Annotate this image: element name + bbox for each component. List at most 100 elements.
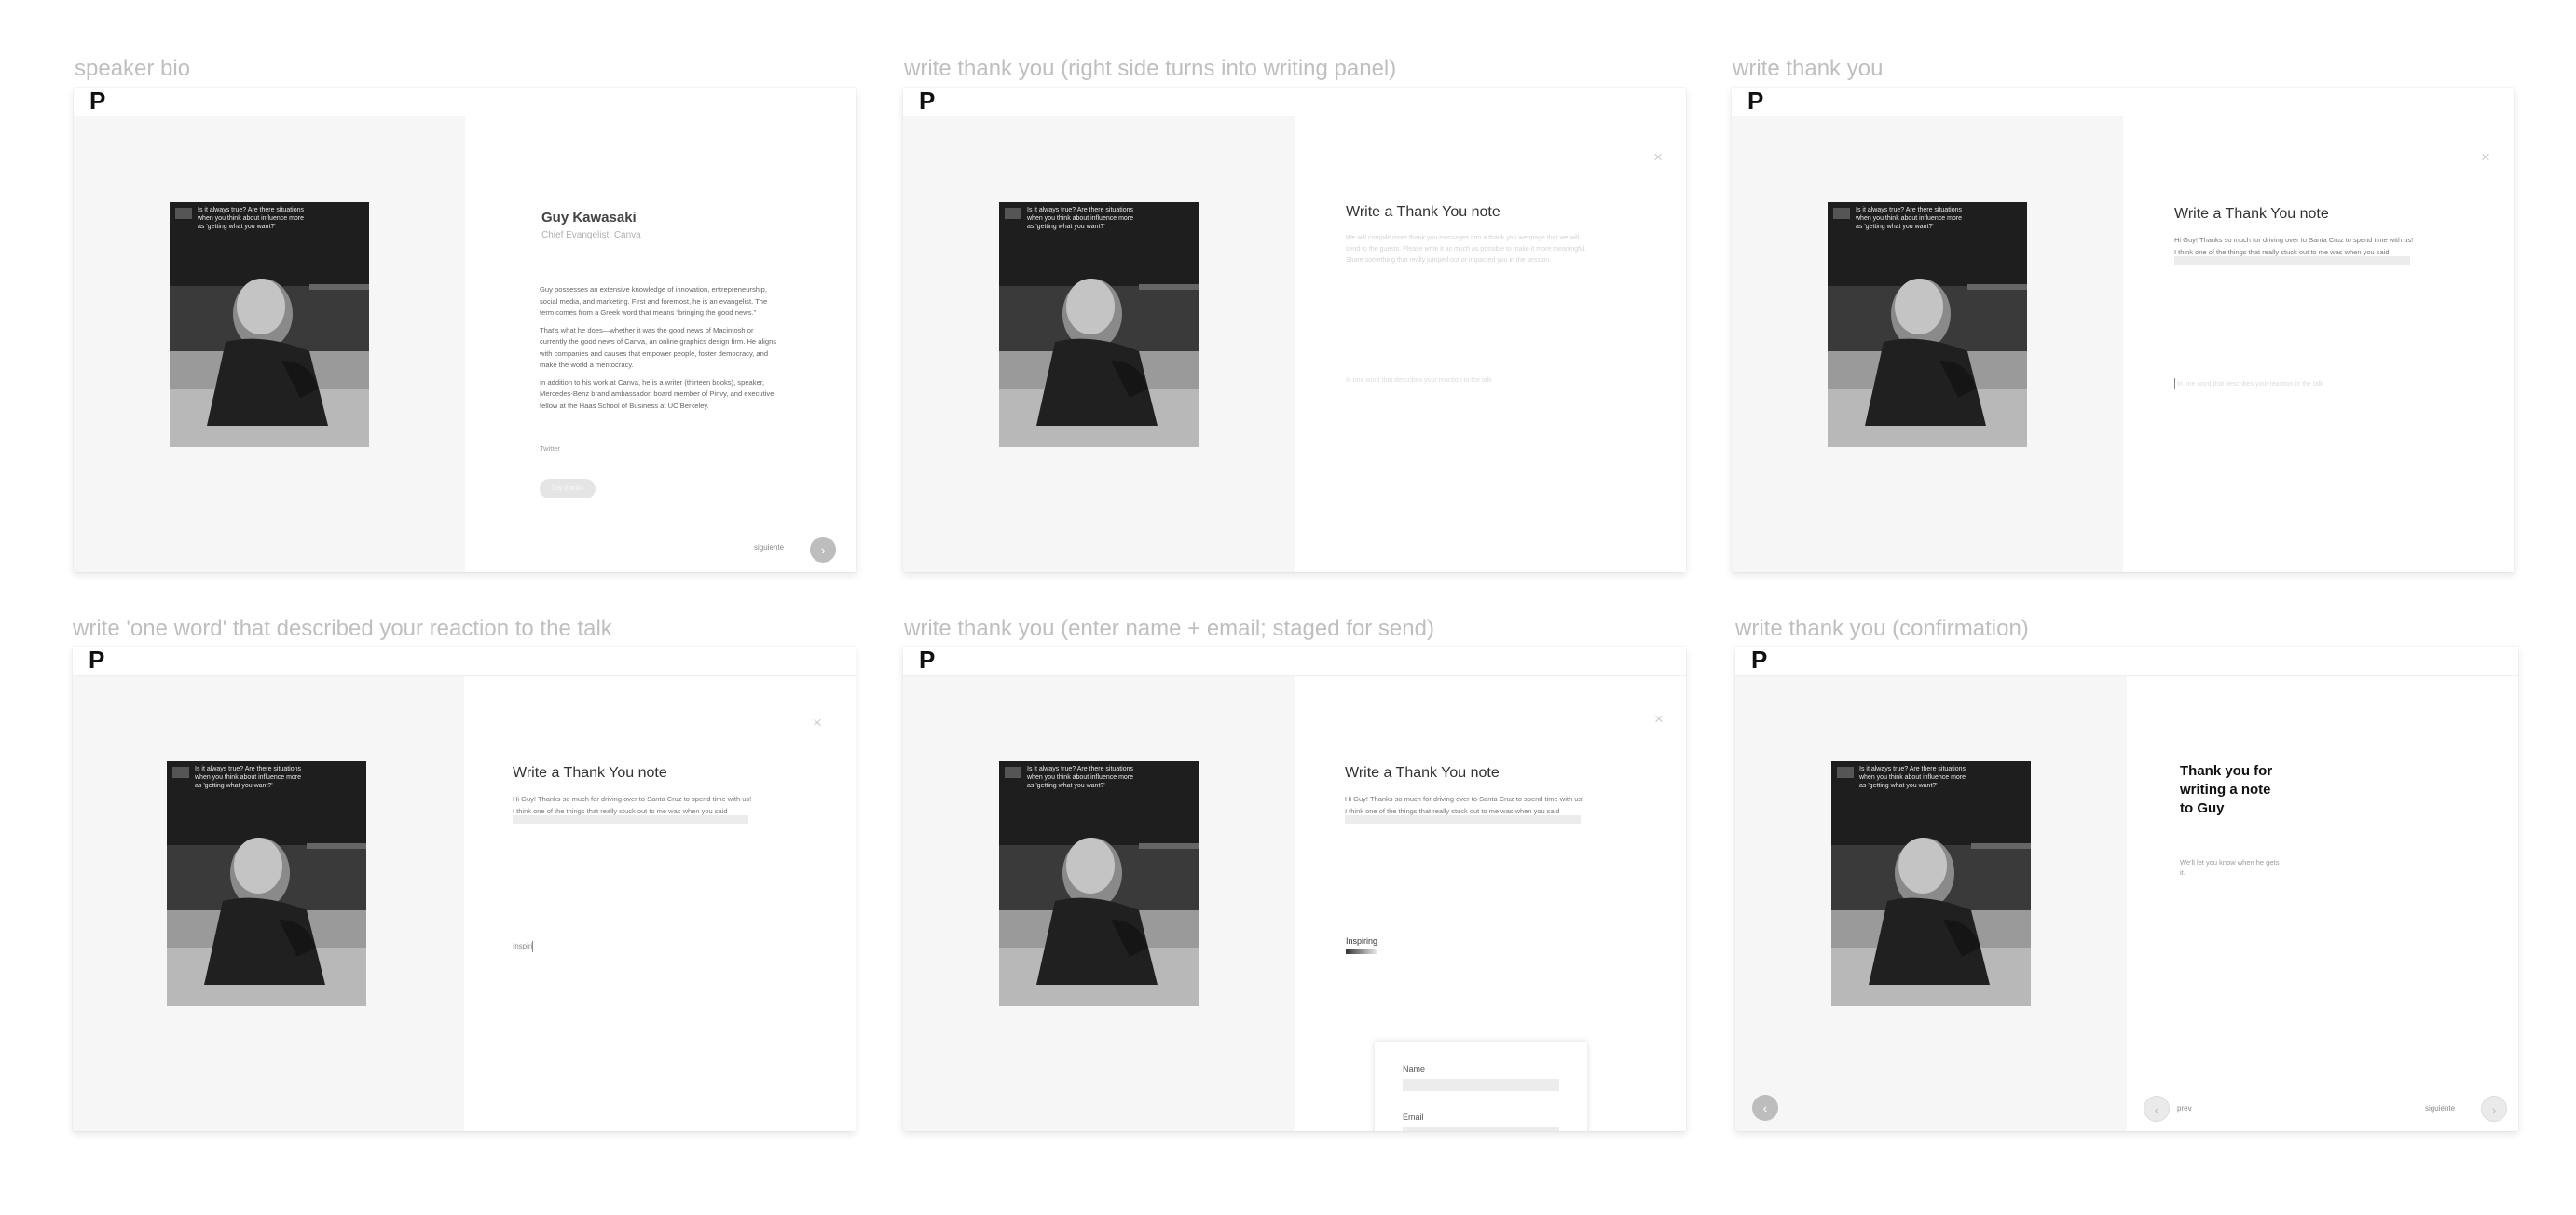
confirmation-title: Thank you for writing a note to Guy [2180,763,2273,816]
thank-you-title: Write a Thank You note [1346,204,1500,220]
svg-text:as 'getting what you want?': as 'getting what you want?' [1856,224,1934,230]
thank-you-title: Write a Thank You note [1345,765,1500,781]
bio-paragraph: Guy possesses an extensive knowledge of … [540,285,768,317]
one-word-underline [1346,949,1377,954]
app-header: P [73,647,856,676]
speaker-photo: Is it always true? Are there situations … [999,761,1199,1006]
thank-you-title: Write a Thank You note [2174,206,2329,222]
message-highlight [1345,815,1581,824]
frame-label: write 'one word' that described your rea… [73,616,612,641]
one-word-input[interactable]: Inspiri [513,941,534,952]
app-header: P [1732,88,2514,116]
svg-text:as 'getting what you want?': as 'getting what you want?' [1027,783,1105,789]
send-form: Name Email [1375,1042,1587,1131]
logo: P [89,88,106,115]
writing-panel: × Write a Thank You note Hi Guy! Thanks … [1295,676,1686,1131]
svg-text:as 'getting what you want?': as 'getting what you want?' [195,783,273,789]
frame-label: write thank you (confirmation) [1735,616,2029,641]
one-word-value[interactable]: Inspiring [1346,936,1377,946]
name-input[interactable] [1403,1079,1559,1091]
speaker-bio: Guy possesses an extensive knowledge of … [540,284,778,417]
speaker-title: Chief Evangelist, Canva [541,230,641,240]
frame-label: write thank you (enter name + email; sta… [904,616,1434,641]
app-header: P [903,88,1686,116]
svg-text:Is it always true? Are there s: Is it always true? Are there situations [1027,207,1133,213]
svg-text:Is it always true? Are there s: Is it always true? Are there situations [1027,766,1133,772]
close-icon[interactable]: × [1654,711,1664,727]
chevron-right-icon: › [2491,1102,2497,1117]
message-highlight [513,815,748,824]
confirmation-panel: Thank you for writing a note to Guy We'l… [2127,676,2518,1131]
speaker-photo: Is it always true? Are there situations … [999,202,1199,447]
frame-one-word: P Is it always true? Are there situation… [73,647,856,1131]
speaker-photo: Is it always true? Are there situations … [167,761,366,1006]
logo: P [1751,647,1768,674]
prev-button[interactable]: ‹ [1752,1095,1778,1121]
speaker-name: Guy Kawasaki [541,210,637,225]
photo-screen-text: Is it always true? Are there situations [198,207,304,213]
photo-panel: Is it always true? Are there situations … [1732,116,2123,572]
message-textarea[interactable]: Hi Guy! Thanks so much for driving over … [513,793,755,817]
writing-panel: × Write a Thank You note Hi Guy! Thanks … [464,676,856,1131]
frame-send-form: P Is it always true? Are there situation… [903,647,1686,1131]
chevron-left-icon: ‹ [2154,1102,2159,1117]
svg-text:when you think about influence: when you think about influence more [1855,215,1962,222]
svg-text:when you think about influence: when you think about influence more [197,215,304,222]
confirmation-subtitle: We'll let you know when he gets it. [2180,858,2280,877]
frame-label: write thank you [1733,56,1884,81]
photo-panel: Is it always true? Are there situations … [1735,676,2127,1131]
svg-text:when you think about influence: when you think about influence more [1026,215,1133,222]
frame-label: write thank you (right side turns into w… [904,56,1397,81]
chevron-left-icon: ‹ [1762,1100,1768,1115]
bio-paragraph: In addition to his work at Canva, he is … [540,377,774,410]
frame-speaker-bio: P Is it always true? Are there situation… [74,88,856,572]
app-header: P [903,647,1686,676]
chevron-right-icon: › [820,542,826,557]
svg-text:as 'getting what you want?': as 'getting what you want?' [198,224,276,230]
next-button[interactable]: › [2481,1096,2507,1122]
writing-panel: × Write a Thank You note We will compile… [1295,116,1686,572]
close-icon[interactable]: × [813,715,822,730]
prev-label: prev [2177,1104,2192,1113]
svg-text:Is it always true? Are there s: Is it always true? Are there situations [1859,766,1966,772]
writing-panel: × Write a Thank You note Hi Guy! Thanks … [2123,116,2514,572]
svg-text:when you think about influence: when you think about influence more [1858,774,1966,781]
message-textarea[interactable]: We will compile more thank you messages … [1346,233,1588,266]
logo: P [919,88,936,115]
photo-panel: Is it always true? Are there situations … [903,116,1295,572]
logo: P [89,647,105,674]
speaker-photo: Is it always true? Are there situations … [170,202,369,447]
twitter-link[interactable]: Twitter [540,444,560,453]
one-word-input[interactable]: In one word that describes your reaction… [1346,377,1492,384]
logo: P [1747,88,1764,115]
photo-panel: Is it always true? Are there situations … [903,676,1295,1131]
one-word-input[interactable]: In one word that describes your reaction… [2174,378,2323,389]
close-icon[interactable]: × [1653,149,1663,165]
message-highlight [2174,256,2410,265]
svg-text:when you think about influence: when you think about influence more [194,774,301,781]
speaker-photo: Is it always true? Are there situations … [1831,761,2031,1006]
photo-panel: Is it always true? Are there situations … [73,676,464,1131]
frame-writing-panel: P Is it always true? Are there situation… [903,88,1686,572]
bio-panel: Guy Kawasaki Chief Evangelist, Canva Guy… [465,116,856,572]
svg-text:as 'getting what you want?': as 'getting what you want?' [1027,224,1105,230]
app-header: P [74,88,856,116]
svg-text:Is it always true? Are there s: Is it always true? Are there situations [1856,207,1962,213]
say-thanks-button[interactable]: Say thanks [540,479,596,498]
svg-text:as 'getting what you want?': as 'getting what you want?' [1859,783,1938,789]
next-button[interactable]: › [810,537,836,563]
message-textarea[interactable]: Hi Guy! Thanks so much for driving over … [2174,234,2417,258]
back-button[interactable]: ‹ [2144,1096,2170,1122]
email-input[interactable] [1403,1127,1559,1131]
frame-write-thank-you: P Is it always true? Are there situation… [1732,88,2514,572]
next-label: siguiente [2425,1104,2456,1113]
email-label: Email [1403,1113,1424,1122]
frame-label: speaker bio [75,56,191,81]
bio-paragraph: That’s what he does—whether it was the g… [540,325,777,370]
photo-panel: Is it always true? Are there situations … [74,116,465,572]
frame-confirmation: P Is it always true? Are there situation… [1735,647,2518,1131]
message-textarea[interactable]: Hi Guy! Thanks so much for driving over … [1345,793,1587,817]
next-label: siguiente [754,543,785,552]
close-icon[interactable]: × [2481,149,2490,165]
app-header: P [1735,647,2518,676]
